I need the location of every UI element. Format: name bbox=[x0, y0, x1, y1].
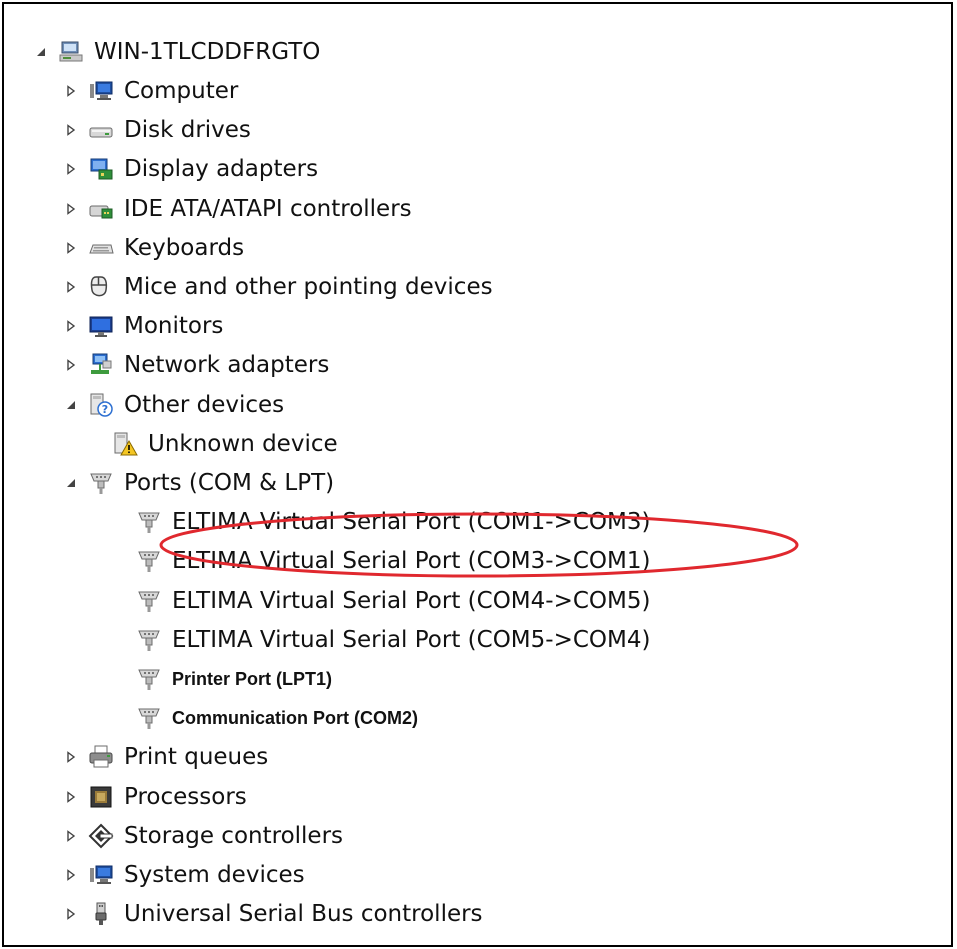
system-devices-icon bbox=[88, 862, 114, 888]
usb-controller-icon bbox=[88, 901, 114, 927]
tree-item-label: System devices bbox=[124, 862, 305, 888]
svg-text:?: ? bbox=[102, 403, 108, 416]
port-icon bbox=[136, 666, 162, 692]
tree-item-label: Print queues bbox=[124, 744, 269, 770]
tree-item-label: Disk drives bbox=[124, 117, 251, 143]
tree-item-label: Communication Port (COM2) bbox=[172, 708, 418, 728]
tree-item-label: Unknown device bbox=[148, 431, 338, 457]
tree-item-mice-and-other-pointing-devices[interactable]: Mice and other pointing devices bbox=[62, 271, 493, 303]
tree-item-label: Storage controllers bbox=[124, 823, 344, 849]
collapsed-arrow-icon[interactable] bbox=[62, 160, 80, 178]
tree-item-computer[interactable]: Computer bbox=[62, 75, 238, 107]
tree-item-label: IDE ATA/ATAPI controllers bbox=[124, 196, 412, 222]
tree-item-label: Computer bbox=[124, 78, 239, 104]
computer-network-icon bbox=[58, 39, 84, 65]
tree-item-label: Network adapters bbox=[124, 352, 330, 378]
other-devices-icon: ? bbox=[88, 392, 114, 418]
unknown-device-icon bbox=[112, 431, 138, 457]
tree-item-print-queues[interactable]: Print queues bbox=[62, 741, 268, 773]
tree-item-system-devices[interactable]: System devices bbox=[62, 859, 305, 891]
storage-controller-icon bbox=[88, 823, 114, 849]
tree-item-label: ELTIMA Virtual Serial Port (COM3->COM1) bbox=[172, 548, 651, 574]
collapsed-arrow-icon[interactable] bbox=[62, 905, 80, 923]
tree-child-printer-port-lpt1[interactable]: Printer Port (LPT1) bbox=[136, 663, 332, 695]
ide-controller-icon bbox=[88, 196, 114, 222]
collapsed-arrow-icon[interactable] bbox=[62, 788, 80, 806]
collapsed-arrow-icon[interactable] bbox=[62, 278, 80, 296]
tree-item-ports-com-lpt[interactable]: Ports (COM & LPT) bbox=[62, 467, 334, 499]
monitor-icon bbox=[88, 313, 114, 339]
collapsed-arrow-icon[interactable] bbox=[62, 827, 80, 845]
collapsed-arrow-icon[interactable] bbox=[62, 748, 80, 766]
collapsed-arrow-icon[interactable] bbox=[62, 317, 80, 335]
tree-item-monitors[interactable]: Monitors bbox=[62, 310, 223, 342]
port-icon bbox=[136, 588, 162, 614]
tree-item-disk-drives[interactable]: Disk drives bbox=[62, 114, 251, 146]
tree-item-label: Display adapters bbox=[124, 156, 319, 182]
tree-item-processors[interactable]: Processors bbox=[62, 781, 247, 813]
tree-child-eltima-virtual-serial-port-com1-com3[interactable]: ELTIMA Virtual Serial Port (COM1->COM3) bbox=[136, 506, 650, 538]
display-adapter-icon bbox=[88, 156, 114, 182]
tree-item-label: Universal Serial Bus controllers bbox=[124, 901, 483, 927]
tree-item-storage-controllers[interactable]: Storage controllers bbox=[62, 820, 343, 852]
tree-item-label: Other devices bbox=[124, 392, 285, 418]
tree-item-keyboards[interactable]: Keyboards bbox=[62, 232, 244, 264]
tree-item-label: ELTIMA Virtual Serial Port (COM4->COM5) bbox=[172, 588, 651, 614]
device-tree: WIN-1TLCDDFRGTO Computer Disk drives Displ… bbox=[4, 4, 951, 945]
tree-item-network-adapters[interactable]: Network adapters bbox=[62, 349, 329, 381]
collapsed-arrow-icon[interactable] bbox=[62, 866, 80, 884]
collapsed-arrow-icon[interactable] bbox=[62, 239, 80, 257]
expanded-arrow-icon[interactable] bbox=[62, 396, 80, 414]
tree-item-ide-ata-atapi-controllers[interactable]: IDE ATA/ATAPI controllers bbox=[62, 193, 412, 225]
tree-item-universal-serial-bus-controllers[interactable]: Universal Serial Bus controllers bbox=[62, 898, 483, 930]
tree-root[interactable]: WIN-1TLCDDFRGTO bbox=[32, 36, 320, 68]
processor-icon bbox=[88, 784, 114, 810]
collapsed-arrow-icon[interactable] bbox=[62, 356, 80, 374]
tree-item-label: Printer Port (LPT1) bbox=[172, 669, 333, 689]
tree-child-eltima-virtual-serial-port-com3-com1[interactable]: ELTIMA Virtual Serial Port (COM3->COM1) bbox=[136, 545, 650, 577]
root-label: WIN-1TLCDDFRGTO bbox=[94, 39, 321, 65]
tree-child-communication-port-com2[interactable]: Communication Port (COM2) bbox=[136, 702, 418, 734]
tree-item-label: Processors bbox=[124, 784, 247, 810]
tree-item-label: Mice and other pointing devices bbox=[124, 274, 493, 300]
mouse-icon bbox=[88, 274, 114, 300]
port-icon bbox=[136, 627, 162, 653]
port-icon bbox=[136, 548, 162, 574]
tree-item-label: ELTIMA Virtual Serial Port (COM5->COM4) bbox=[172, 627, 651, 653]
tree-item-label: Keyboards bbox=[124, 235, 245, 261]
port-icon bbox=[88, 470, 114, 496]
collapsed-arrow-icon[interactable] bbox=[62, 121, 80, 139]
port-icon bbox=[136, 509, 162, 535]
disk-drive-icon bbox=[88, 117, 114, 143]
tree-item-other-devices[interactable]: ? Other devices bbox=[62, 389, 284, 421]
expanded-arrow-icon[interactable] bbox=[62, 474, 80, 492]
expanded-arrow-icon[interactable] bbox=[32, 43, 50, 61]
tree-child-eltima-virtual-serial-port-com4-com5[interactable]: ELTIMA Virtual Serial Port (COM4->COM5) bbox=[136, 585, 650, 617]
tree-item-label: Ports (COM & LPT) bbox=[124, 470, 335, 496]
tree-item-label: ELTIMA Virtual Serial Port (COM1->COM3) bbox=[172, 509, 651, 535]
tree-item-display-adapters[interactable]: Display adapters bbox=[62, 153, 318, 185]
port-icon bbox=[136, 705, 162, 731]
collapsed-arrow-icon[interactable] bbox=[62, 82, 80, 100]
computer-icon bbox=[88, 78, 114, 104]
network-adapter-icon bbox=[88, 352, 114, 378]
device-manager-window: WIN-1TLCDDFRGTO Computer Disk drives Displ… bbox=[2, 2, 953, 947]
tree-child-eltima-virtual-serial-port-com5-com4[interactable]: ELTIMA Virtual Serial Port (COM5->COM4) bbox=[136, 624, 650, 656]
keyboard-icon bbox=[88, 235, 114, 261]
printer-icon bbox=[88, 744, 114, 770]
tree-item-label: Monitors bbox=[124, 313, 224, 339]
tree-child-unknown-device[interactable]: Unknown device bbox=[112, 428, 338, 460]
collapsed-arrow-icon[interactable] bbox=[62, 200, 80, 218]
